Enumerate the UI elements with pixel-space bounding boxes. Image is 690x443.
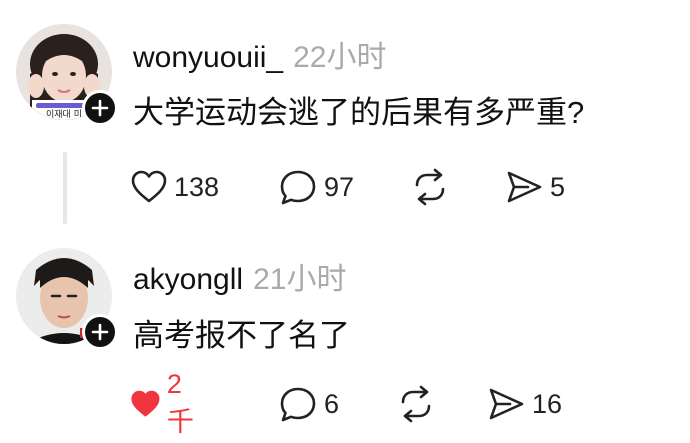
repost-icon (415, 168, 445, 206)
follow-button[interactable] (82, 90, 118, 126)
username-line: wonyuouii_ 22小时 (133, 32, 386, 76)
repost-button[interactable] (410, 164, 450, 210)
repost-icon (401, 385, 431, 423)
share-count: 16 (532, 388, 563, 419)
timestamp: 22小时 (293, 41, 387, 74)
comment-count: 97 (324, 171, 355, 202)
username[interactable]: akyongll (133, 263, 243, 296)
thread-line (63, 152, 67, 224)
share-button[interactable]: 5 (504, 164, 565, 210)
post-text[interactable]: 大学运动会逃了的后果有多严重? (133, 87, 584, 132)
like-button[interactable]: 138 (130, 164, 219, 210)
avatar-badge-text: 이재대 미 (46, 109, 82, 120)
comment-count: 6 (324, 388, 340, 419)
like-count: 2千 (166, 369, 194, 437)
post-1: 이재대 미 wonyuouii_ 22小时 大学运动会逃了的后果有多严重? 138… (0, 0, 690, 228)
follow-button[interactable] (82, 314, 118, 350)
share-count: 5 (550, 171, 566, 202)
plus-icon (91, 323, 109, 341)
avatar-container[interactable]: 이재대 미 (16, 24, 118, 126)
username[interactable]: wonyuouii_ (133, 41, 283, 74)
post-2: akyongll 21小时 高考报不了名了 2千 6 16 (0, 228, 690, 443)
like-button[interactable]: 2千 (130, 369, 201, 437)
avatar-container[interactable] (16, 248, 118, 350)
heart-icon (131, 170, 167, 203)
share-icon (489, 388, 524, 420)
share-button[interactable]: 16 (486, 381, 562, 427)
timestamp: 21小时 (253, 263, 347, 296)
comment-icon (280, 387, 316, 422)
plus-icon (91, 99, 109, 117)
share-icon (507, 171, 542, 203)
comment-button[interactable]: 97 (278, 164, 354, 210)
username-line: akyongll 21小时 (133, 254, 346, 298)
comment-button[interactable]: 6 (278, 381, 339, 427)
like-count: 138 (174, 171, 220, 202)
post-text[interactable]: 高考报不了名了 (133, 310, 350, 355)
comment-icon (280, 170, 316, 205)
heart-icon (131, 390, 160, 417)
repost-button[interactable] (396, 381, 436, 427)
